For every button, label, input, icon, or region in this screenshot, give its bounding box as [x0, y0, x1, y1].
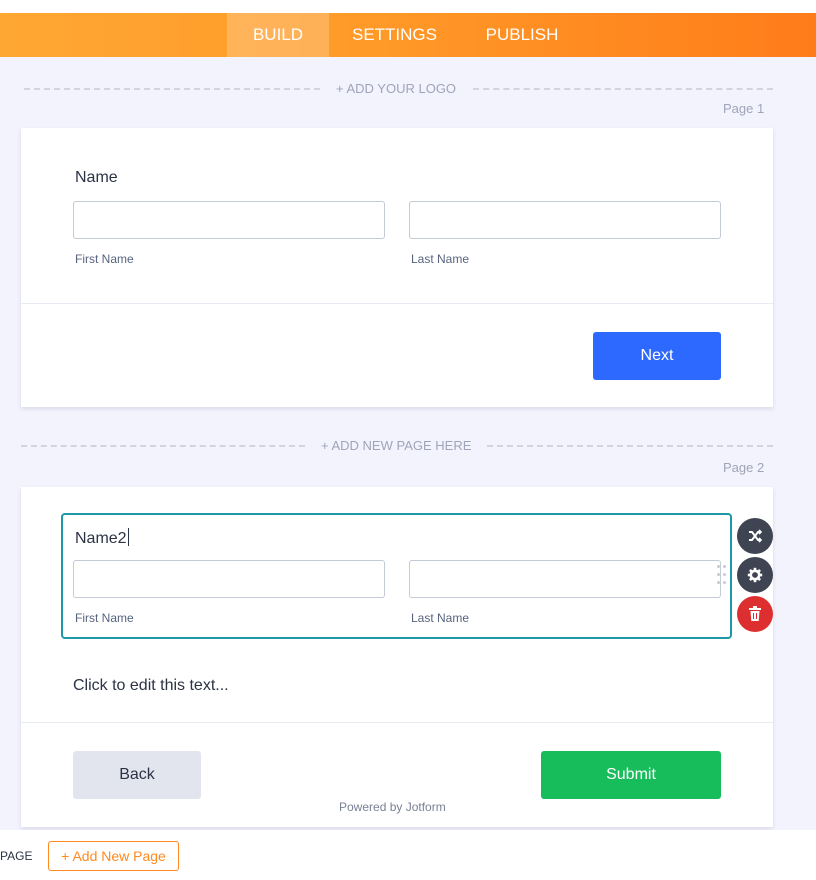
top-strip	[0, 0, 816, 13]
tab-build[interactable]: BUILD	[227, 13, 329, 57]
add-new-page-here-link[interactable]: + ADD NEW PAGE HERE	[321, 436, 471, 456]
add-new-page-button[interactable]: + Add New Page	[48, 841, 179, 871]
next-button[interactable]: Next	[593, 332, 721, 380]
free-text-element[interactable]: Click to edit this text...	[73, 677, 229, 695]
first-name-input-2[interactable]	[73, 560, 385, 598]
last-name-input[interactable]	[409, 201, 721, 239]
delete-field-button[interactable]	[737, 596, 773, 632]
page-2-label: Page 2	[723, 460, 765, 475]
add-logo-row: + ADD YOUR LOGO	[0, 79, 816, 99]
dashed-divider	[21, 445, 305, 447]
first-name-sublabel-2: First Name	[75, 611, 134, 625]
submit-button[interactable]: Submit	[541, 751, 721, 799]
name2-label-text[interactable]: Name2	[75, 530, 127, 547]
dashed-divider	[473, 88, 773, 90]
gear-icon	[747, 567, 763, 583]
card-separator	[21, 722, 773, 723]
first-name-sublabel: First Name	[75, 252, 134, 266]
page-1-label: Page 1	[723, 101, 765, 116]
bottom-page-bar: PAGE + Add New Page	[0, 830, 816, 880]
field-settings-button[interactable]	[737, 557, 773, 593]
drag-handle-icon[interactable]	[717, 565, 727, 589]
tab-publish[interactable]: PUBLISH	[474, 13, 570, 57]
page-1-card: Name First Name Last Name Next	[21, 128, 773, 407]
add-logo-link[interactable]: + ADD YOUR LOGO	[336, 79, 456, 99]
page-nav-text[interactable]: PAGE	[0, 849, 32, 863]
shuffle-button[interactable]	[737, 518, 773, 554]
add-page-row: + ADD NEW PAGE HERE	[0, 436, 816, 456]
first-name-input[interactable]	[73, 201, 385, 239]
tab-settings[interactable]: SETTINGS	[343, 13, 446, 57]
last-name-sublabel: Last Name	[411, 252, 470, 266]
back-button[interactable]: Back	[73, 751, 201, 799]
last-name-input-2[interactable]	[409, 560, 721, 598]
last-name-sublabel-2: Last Name	[411, 611, 470, 625]
shuffle-icon	[749, 529, 763, 543]
builder-nav: BUILD SETTINGS PUBLISH	[0, 13, 816, 57]
text-caret	[127, 528, 129, 546]
name-field-label[interactable]: Name	[75, 169, 118, 187]
dashed-divider	[24, 88, 320, 90]
dashed-divider	[487, 445, 773, 447]
page-2-card: Name2 First Name Last Name Click to edit…	[21, 487, 773, 827]
card-separator	[21, 303, 773, 304]
powered-by-text: Powered by Jotform	[339, 800, 446, 814]
name2-field-label[interactable]: Name2	[75, 528, 129, 548]
trash-icon	[749, 606, 761, 621]
